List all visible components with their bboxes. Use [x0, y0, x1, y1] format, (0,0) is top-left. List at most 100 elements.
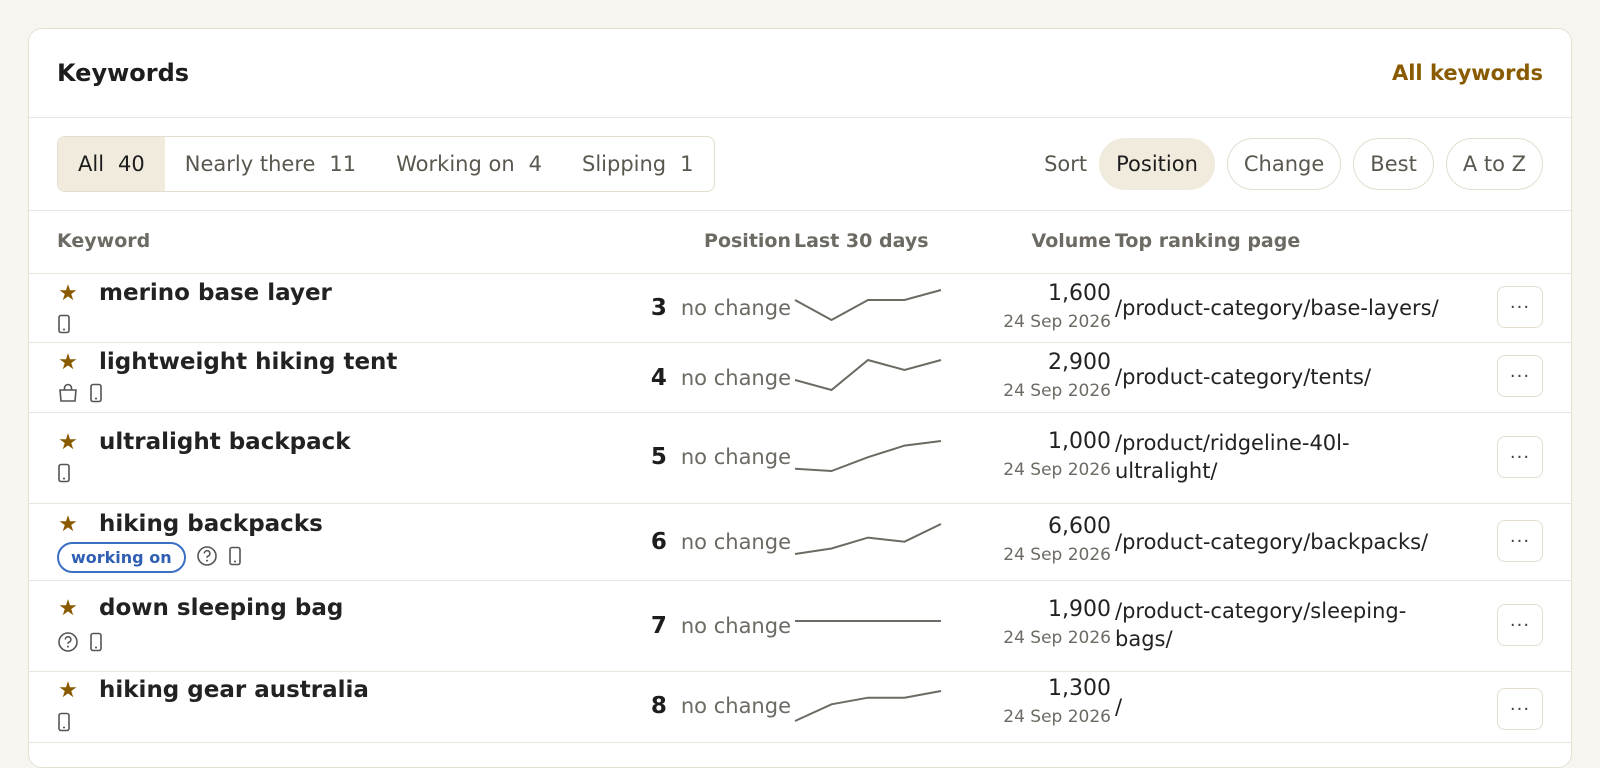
- position-number: 6: [650, 529, 667, 555]
- table-row[interactable]: ★ merino base layer 3 no change 1,600 24 Sep …: [29, 274, 1571, 343]
- position-change: no change: [680, 296, 791, 320]
- filter-tab-all[interactable]: All 40: [58, 137, 165, 191]
- volume-date: 24 Sep 2026: [1003, 628, 1111, 648]
- filter-tab-nearly-there[interactable]: Nearly there 11: [165, 137, 376, 191]
- mobile-icon: [57, 314, 71, 338]
- star-icon[interactable]: ★: [57, 678, 79, 703]
- sort-change-button[interactable]: Change: [1226, 138, 1342, 190]
- position-cell: 3 no change: [651, 295, 791, 321]
- keyword-meta: [57, 631, 103, 657]
- table-row[interactable]: ★ hiking backpacks working on 6 no change 6,6…: [29, 504, 1571, 581]
- position-number: 3: [650, 295, 667, 321]
- volume-date: 24 Sep 2026: [1003, 545, 1111, 565]
- top-ranking-page-link[interactable]: /product/ridgeline-40l-ultralight/: [1115, 429, 1445, 485]
- more-options-button[interactable]: ···: [1497, 286, 1543, 328]
- sort-position-button[interactable]: Position: [1099, 138, 1215, 190]
- column-volume[interactable]: Volume: [1032, 230, 1111, 252]
- position-cell: 7 no change: [651, 613, 791, 639]
- keyword-meta: [57, 383, 103, 407]
- keyword-cell: ★ ultralight backpack: [57, 429, 351, 455]
- trend-sparkline: [795, 620, 941, 622]
- filter-count: 1: [680, 152, 694, 176]
- card-header: Keywords All keywords: [29, 29, 1571, 118]
- star-icon[interactable]: ★: [57, 596, 79, 621]
- trend-line: [794, 440, 942, 473]
- help-circle-icon: [196, 545, 218, 571]
- keyword-text[interactable]: merino base layer: [99, 280, 332, 306]
- trend-line: [794, 289, 942, 322]
- more-options-button[interactable]: ···: [1497, 520, 1543, 562]
- all-keywords-link[interactable]: All keywords: [1392, 61, 1543, 85]
- star-icon[interactable]: ★: [57, 350, 79, 375]
- column-position[interactable]: Position: [704, 230, 791, 252]
- mobile-icon: [57, 712, 71, 736]
- filter-count: 11: [329, 152, 357, 176]
- keyword-cell: ★ hiking backpacks: [57, 511, 323, 537]
- keyword-meta: [57, 463, 71, 487]
- more-options-button[interactable]: ···: [1497, 355, 1543, 397]
- more-options-button[interactable]: ···: [1497, 688, 1543, 730]
- table-row[interactable]: ★ ultralight backpack 5 no change 1,000 24 Se…: [29, 413, 1571, 504]
- status-badge: working on: [57, 542, 186, 573]
- trend-line: [794, 358, 942, 392]
- trend-sparkline: [794, 523, 942, 555]
- filter-label: All: [78, 152, 105, 176]
- keyword-text[interactable]: lightweight hiking tent: [99, 349, 397, 375]
- keyword-cell: ★ merino base layer: [57, 280, 332, 306]
- mobile-icon: [57, 463, 71, 487]
- top-ranking-page-link[interactable]: /product-category/base-layers/: [1115, 294, 1445, 322]
- column-last-30-days: Last 30 days: [794, 230, 929, 252]
- top-ranking-page-link[interactable]: /product-category/backpacks/: [1115, 528, 1445, 556]
- position-number: 8: [650, 693, 667, 719]
- volume-cell: 1,600 24 Sep 2026: [1003, 281, 1111, 332]
- filter-label: Nearly there: [184, 152, 316, 176]
- more-options-button[interactable]: ···: [1497, 436, 1543, 478]
- volume-number: 2,900: [1048, 350, 1111, 375]
- volume-cell: 2,900 24 Sep 2026: [1003, 350, 1111, 401]
- sort-best-button[interactable]: Best: [1353, 138, 1434, 190]
- filter-tab-slipping[interactable]: Slipping 1: [562, 137, 714, 191]
- trend-sparkline: [794, 289, 942, 322]
- volume-cell: 1,900 24 Sep 2026: [1003, 597, 1111, 648]
- star-icon[interactable]: ★: [57, 430, 79, 455]
- mobile-icon: [228, 546, 242, 570]
- table-row[interactable]: ★ lightweight hiking tent 4 no change 2,900 2…: [29, 343, 1571, 413]
- keyword-text[interactable]: hiking backpacks: [99, 511, 323, 537]
- volume-number: 1,000: [1048, 429, 1111, 454]
- volume-number: 6,600: [1048, 514, 1111, 539]
- keyword-text[interactable]: down sleeping bag: [99, 595, 343, 621]
- position-change: no change: [680, 530, 791, 554]
- keyword-cell: ★ hiking gear australia: [57, 677, 369, 703]
- top-ranking-page-link[interactable]: /: [1115, 693, 1445, 721]
- position-change: no change: [680, 614, 791, 638]
- star-icon[interactable]: ★: [57, 281, 79, 306]
- trend-sparkline: [794, 690, 942, 722]
- volume-cell: 1,300 24 Sep 2026: [1003, 676, 1111, 727]
- volume-date: 24 Sep 2026: [1003, 312, 1111, 332]
- column-keyword[interactable]: Keyword: [57, 230, 150, 252]
- keyword-text[interactable]: ultralight backpack: [99, 429, 351, 455]
- table-row[interactable]: ★ down sleeping bag 7 no change 1,900 24 Sep …: [29, 581, 1571, 672]
- position-change: no change: [680, 445, 791, 469]
- top-ranking-page-link[interactable]: /product-category/sleeping-bags/: [1115, 597, 1445, 653]
- trend-sparkline: [794, 440, 942, 473]
- volume-cell: 6,600 24 Sep 2026: [1003, 514, 1111, 565]
- star-icon[interactable]: ★: [57, 512, 79, 537]
- shopping-bag-icon: [57, 383, 79, 407]
- volume-number: 1,600: [1048, 281, 1111, 306]
- mobile-icon: [89, 383, 103, 407]
- position-number: 7: [650, 613, 667, 639]
- sort-label: Sort: [1044, 152, 1088, 176]
- position-cell: 5 no change: [651, 444, 791, 470]
- card-title: Keywords: [57, 59, 190, 87]
- top-ranking-page-link[interactable]: /product-category/tents/: [1115, 363, 1445, 391]
- filter-count: 40: [118, 152, 145, 176]
- position-cell: 4 no change: [651, 365, 791, 391]
- trend-line: [794, 523, 942, 555]
- volume-date: 24 Sep 2026: [1003, 381, 1111, 401]
- keyword-text[interactable]: hiking gear australia: [99, 677, 369, 703]
- more-options-button[interactable]: ···: [1497, 604, 1543, 646]
- sort-a-to-z-button[interactable]: A to Z: [1445, 138, 1543, 190]
- table-row[interactable]: ★ hiking gear australia 8 no change 1,300 24 …: [29, 672, 1571, 743]
- filter-tab-working-on[interactable]: Working on 4: [376, 137, 562, 191]
